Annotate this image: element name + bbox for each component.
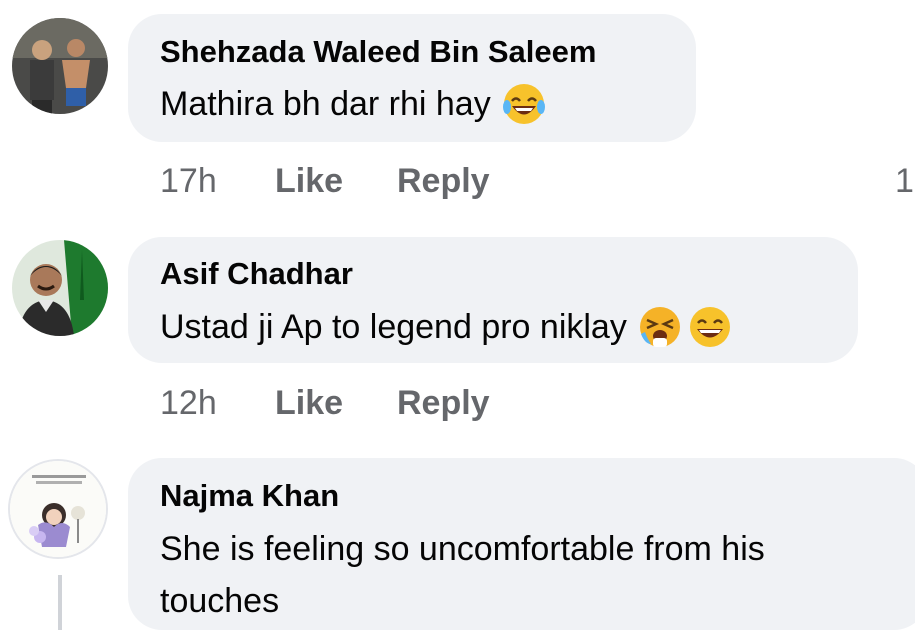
comments-panel: Shehzada Waleed Bin Saleem Mathira bh da…: [0, 0, 915, 630]
comment-text-content: Mathira bh dar rhi hay: [160, 84, 491, 123]
avatar[interactable]: [12, 18, 108, 114]
laughing-tears-emoji-icon: [502, 84, 545, 124]
comment-timestamp[interactable]: 12h: [160, 384, 217, 423]
comment-text: Ustad ji Ap to legend pro niklay: [160, 302, 733, 352]
comment-text-content: Ustad ji Ap to legend pro niklay: [160, 307, 627, 346]
reply-button[interactable]: Reply: [397, 162, 490, 201]
avatar[interactable]: [8, 459, 108, 559]
like-button[interactable]: Like: [275, 162, 343, 201]
comment-timestamp[interactable]: 17h: [160, 162, 217, 201]
grinning-squint-emoji-icon: [689, 307, 730, 347]
reply-thread-line: [58, 575, 62, 630]
crying-laughing-emoji-icon: [639, 307, 680, 347]
avatar[interactable]: [12, 240, 108, 336]
comment-author[interactable]: Najma Khan: [160, 478, 339, 514]
comment-author[interactable]: Asif Chadhar: [160, 256, 353, 292]
comment-text-line: touches: [160, 582, 280, 620]
comment-text: She is feeling so uncomfortable from his…: [160, 523, 765, 627]
comment-author[interactable]: Shehzada Waleed Bin Saleem: [160, 34, 596, 70]
comment-text-line: She is feeling so uncomfortable from his: [160, 530, 765, 568]
comment-actions: 12h Like Reply: [160, 384, 860, 428]
like-button[interactable]: Like: [275, 384, 343, 423]
reply-button[interactable]: Reply: [397, 384, 490, 423]
reaction-count[interactable]: 1: [895, 162, 914, 201]
comment-actions: 17h Like Reply: [160, 162, 900, 206]
comment-text: Mathira bh dar rhi hay: [160, 80, 547, 128]
